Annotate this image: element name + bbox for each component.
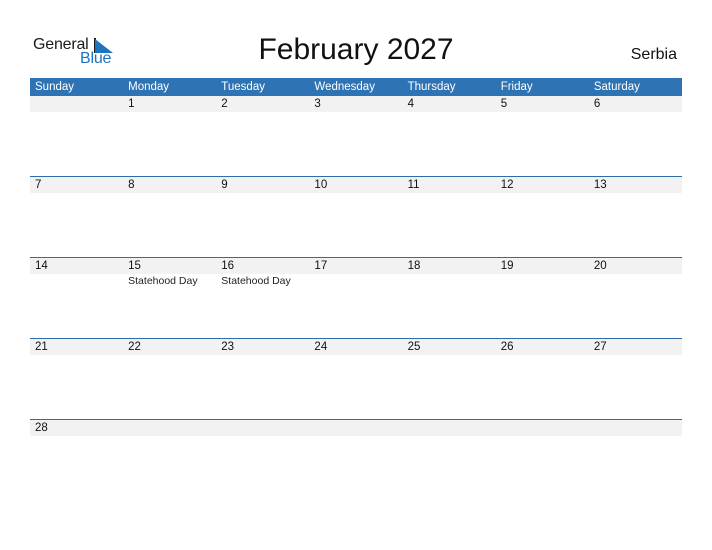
day-cell: 16 Statehood Day (216, 258, 309, 338)
day-number: 20 (593, 260, 607, 272)
day-number: 12 (500, 179, 514, 191)
day-cell (496, 420, 589, 500)
day-number: 13 (593, 179, 607, 191)
weekday-saturday: Saturday (593, 81, 640, 93)
day-cell: 25 (403, 339, 496, 419)
day-number: 14 (35, 260, 48, 272)
day-cell: 28 (30, 420, 123, 500)
day-cell: 1 (123, 96, 216, 176)
day-number: 4 (407, 98, 414, 110)
country-label: Serbia (630, 46, 677, 63)
day-cell: 9 (216, 177, 309, 257)
day-cell (30, 96, 123, 176)
calendar-grid: Sunday Monday Tuesday Wednesday Thursday… (30, 78, 682, 500)
day-cell: 19 (496, 258, 589, 338)
day-number: 9 (221, 179, 228, 191)
day-cell (123, 420, 216, 500)
week-row: 7 8 9 10 11 12 13 (30, 176, 682, 257)
day-number: 6 (593, 98, 601, 110)
week-cells: 1 2 3 4 5 6 (30, 96, 682, 176)
day-number: 26 (500, 341, 514, 353)
week-cells: 14 15 Statehood Day 16 Statehood Day 17 18 19 20 (30, 258, 682, 338)
day-number: 5 (500, 98, 508, 110)
weekday-header: Sunday Monday Tuesday Wednesday Thursday… (30, 78, 682, 96)
week-row: 21 22 23 24 25 26 27 (30, 338, 682, 419)
day-number: 19 (500, 260, 514, 272)
weekday-wednesday: Wednesday (314, 81, 375, 93)
day-number: 1 (128, 98, 135, 110)
day-number: 22 (128, 341, 141, 353)
weekday-tuesday: Tuesday (221, 81, 265, 93)
day-number: 25 (407, 341, 421, 353)
day-number: 18 (407, 260, 421, 272)
weekday-monday: Monday (128, 81, 170, 93)
week-cells: 21 22 23 24 25 26 27 (30, 339, 682, 419)
day-cell: 12 (496, 177, 589, 257)
weekday-thursday: Thursday (407, 81, 456, 93)
day-cell: 8 (123, 177, 216, 257)
day-cell (403, 420, 496, 500)
weekday-sunday: Sunday (35, 81, 75, 93)
week-row: 14 15 Statehood Day 16 Statehood Day 17 18 19 20 (30, 257, 682, 338)
day-number: 2 (221, 98, 228, 110)
day-cell: 22 (123, 339, 216, 419)
week-cells: 7 8 9 10 11 12 13 (30, 177, 682, 257)
day-number: 24 (314, 341, 328, 353)
day-cell: 2 (216, 96, 309, 176)
day-cell (216, 420, 309, 500)
day-number: 27 (593, 341, 607, 353)
holiday-label: Statehood Day (221, 275, 291, 287)
day-cell: 5 (496, 96, 589, 176)
day-cell: 7 (30, 177, 123, 257)
day-cell: 20 (589, 258, 682, 338)
week-row: 1 2 3 4 5 6 (30, 96, 682, 176)
weeks-container: 1 2 3 4 5 6 7 8 9 10 11 12 13 14 15 Statehood Day 16 Stat… (30, 96, 682, 500)
day-cell: 17 (309, 258, 402, 338)
day-number: 11 (407, 179, 420, 191)
day-cell: 4 (403, 96, 496, 176)
holiday-label: Statehood Day (128, 275, 198, 287)
day-number: 17 (314, 260, 328, 272)
day-number: 8 (128, 179, 135, 191)
week-cells: 28 (30, 420, 682, 500)
day-cell: 13 (589, 177, 682, 257)
day-number: 3 (314, 98, 321, 110)
day-cell (589, 420, 682, 500)
day-cell: 21 (30, 339, 123, 419)
day-number: 28 (35, 422, 48, 434)
day-cell: 3 (309, 96, 402, 176)
weekday-friday: Friday (500, 81, 533, 93)
week-row: 28 (30, 419, 682, 500)
day-number: 10 (314, 179, 328, 191)
day-cell: 6 (589, 96, 682, 176)
day-cell: 14 (30, 258, 123, 338)
day-cell: 24 (309, 339, 402, 419)
calendar-title: February 2027 (258, 33, 454, 66)
day-cell: 23 (216, 339, 309, 419)
day-cell: 27 (589, 339, 682, 419)
day-cell: 11 (403, 177, 496, 257)
day-number: 7 (35, 179, 42, 191)
day-cell: 15 Statehood Day (123, 258, 216, 338)
day-cell (309, 420, 402, 500)
day-number: 23 (221, 341, 235, 353)
day-cell: 26 (496, 339, 589, 419)
day-number: 15 (128, 260, 141, 272)
day-number: 21 (35, 341, 48, 353)
day-cell: 10 (309, 177, 402, 257)
day-cell: 18 (403, 258, 496, 338)
day-number: 16 (221, 260, 235, 272)
